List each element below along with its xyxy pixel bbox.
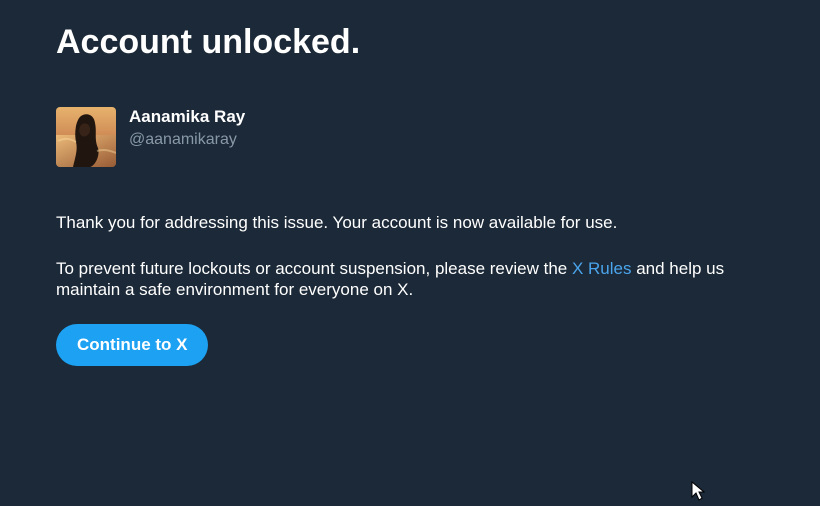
avatar (56, 107, 116, 167)
rules-reminder-text-before: To prevent future lockouts or account su… (56, 259, 572, 278)
continue-button[interactable]: Continue to X (56, 324, 209, 366)
availability-message: Thank you for addressing this issue. You… (56, 213, 618, 232)
display-name: Aanamika Ray (129, 107, 246, 126)
profile-card: Aanamika Ray @aanamikaray (56, 107, 245, 167)
profile-names: Aanamika Ray @aanamikaray (129, 107, 245, 149)
username-handle: @aanamikaray (129, 131, 237, 148)
x-rules-link[interactable]: X Rules (572, 259, 632, 278)
mouse-pointer-icon (691, 480, 706, 501)
rules-reminder-message: To prevent future lockouts or account su… (56, 258, 776, 300)
page-title: Account unlocked. (56, 23, 361, 61)
